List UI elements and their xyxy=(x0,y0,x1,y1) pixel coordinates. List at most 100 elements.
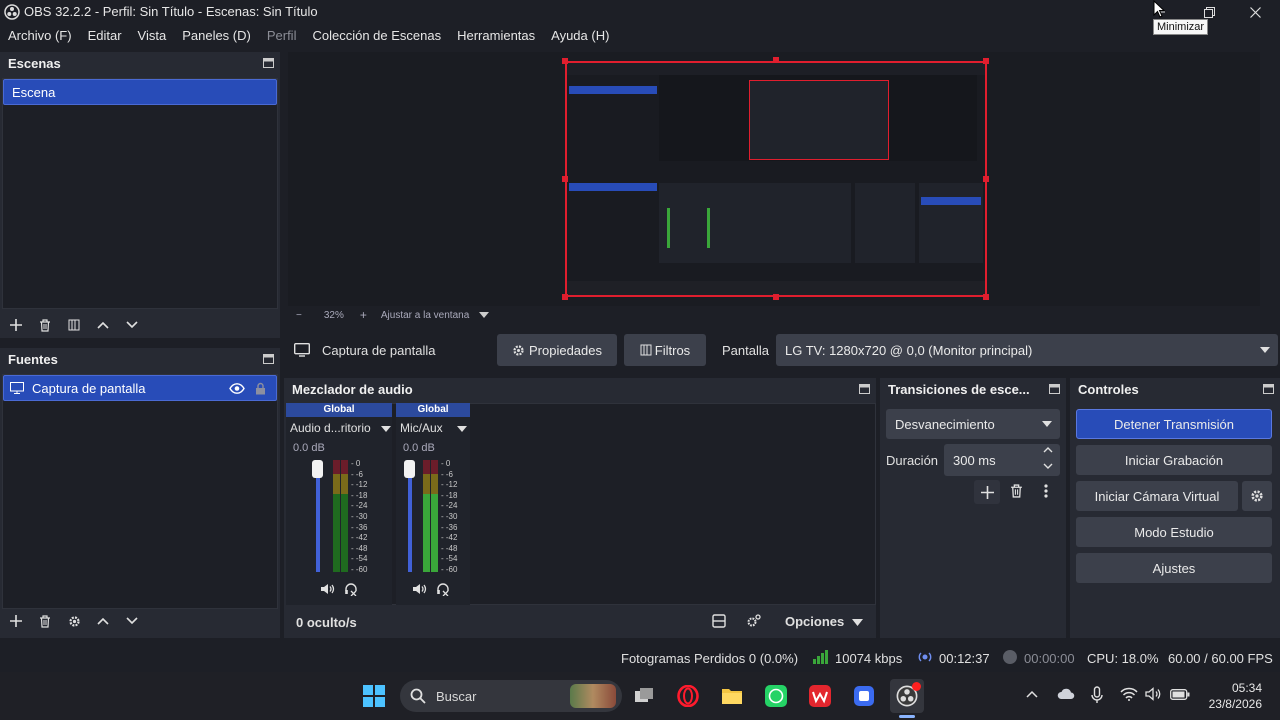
menu-coleccion-escenas[interactable]: Colección de Escenas xyxy=(304,26,449,46)
menu-archivo[interactable]: Archivo (F) xyxy=(0,26,80,46)
bitrate: 10074 kbps xyxy=(835,651,903,666)
move-scene-down-button[interactable] xyxy=(118,314,146,336)
wps-office-icon[interactable] xyxy=(803,679,837,713)
source-toolbar: Captura de pantalla Propiedades Filtros … xyxy=(284,332,1280,370)
volume-speaker-icon[interactable] xyxy=(1145,687,1163,701)
menu-editar[interactable]: Editar xyxy=(80,26,130,46)
add-source-button[interactable] xyxy=(2,610,30,632)
settings-button[interactable]: Ajustes xyxy=(1076,553,1272,583)
advanced-audio-gear-icon[interactable] xyxy=(746,614,762,628)
lock-icon[interactable] xyxy=(255,382,266,395)
filters-button[interactable]: Filtros xyxy=(624,334,706,366)
duration-value: 300 ms xyxy=(953,452,996,468)
display-select[interactable]: LG TV: 1280x720 @ 0,0 (Monitor principal… xyxy=(776,334,1278,366)
minimize-tooltip: Minimizar xyxy=(1153,19,1209,35)
duration-down-chevron-icon[interactable] xyxy=(1043,463,1053,470)
channel-menu-chevron-icon[interactable] xyxy=(381,426,391,432)
channel-menu-chevron-icon[interactable] xyxy=(457,426,467,432)
mute-speaker-icon[interactable] xyxy=(412,583,428,595)
monitor-headphones-off-icon[interactable] xyxy=(436,582,450,596)
zoom-in-button[interactable]: + xyxy=(360,308,367,322)
opera-browser-icon[interactable] xyxy=(671,679,705,713)
fit-to-window-label[interactable]: Ajustar a la ventana xyxy=(381,310,469,321)
move-source-up-button[interactable] xyxy=(89,610,117,632)
channel-name[interactable]: Mic/Aux xyxy=(400,421,443,435)
meter-tick-label: - -42 xyxy=(441,533,458,543)
menu-vista[interactable]: Vista xyxy=(130,26,175,46)
zoom-dropdown-chevron-icon[interactable] xyxy=(479,312,490,318)
undock-icon[interactable] xyxy=(859,384,870,394)
duration-up-chevron-icon[interactable] xyxy=(1043,446,1053,453)
volume-slider-handle[interactable] xyxy=(312,460,323,478)
remove-source-button[interactable] xyxy=(31,610,59,632)
display-select-value: LG TV: 1280x720 @ 0,0 (Monitor principal… xyxy=(785,342,1033,358)
controls-dock: Controles Detener Transmisión Iniciar Gr… xyxy=(1070,378,1280,638)
undock-icon[interactable] xyxy=(1049,384,1060,394)
transition-select[interactable]: Desvanecimiento xyxy=(886,409,1060,439)
source-properties-gear-icon[interactable] xyxy=(60,610,88,632)
mute-speaker-icon[interactable] xyxy=(320,583,336,595)
meter-tick-label: - -48 xyxy=(351,543,368,553)
signal-bars-icon xyxy=(813,650,829,664)
channel-name[interactable]: Audio d...ritorio xyxy=(290,421,371,435)
menu-paneles[interactable]: Paneles (D) xyxy=(174,26,259,46)
mixer-layout-icon[interactable] xyxy=(712,614,726,628)
undock-icon[interactable] xyxy=(263,58,274,68)
cpu-usage: CPU: 18.0% xyxy=(1087,651,1159,666)
start-recording-button[interactable]: Iniciar Grabación xyxy=(1076,445,1272,475)
add-scene-button[interactable] xyxy=(2,314,30,336)
taskbar-search-box[interactable]: Buscar xyxy=(400,680,622,712)
start-virtual-camera-button[interactable]: Iniciar Cámara Virtual xyxy=(1076,481,1238,511)
clock[interactable]: 05:34 23/8/2026 xyxy=(1202,680,1262,712)
menu-ayuda[interactable]: Ayuda (H) xyxy=(543,26,617,46)
properties-button[interactable]: Propiedades xyxy=(497,334,617,366)
meter-tick-label: - -18 xyxy=(441,490,458,500)
search-highlight-image xyxy=(570,684,616,708)
zoom-out-button[interactable]: − xyxy=(296,310,302,321)
photos-app-icon[interactable] xyxy=(847,679,881,713)
meter-tick-label: - -6 xyxy=(441,469,453,479)
battery-icon[interactable] xyxy=(1170,689,1190,700)
menu-perfil[interactable]: Perfil xyxy=(259,26,305,46)
remove-transition-trash-icon[interactable] xyxy=(1010,484,1023,498)
scene-item[interactable]: Escena xyxy=(3,79,277,105)
visibility-eye-icon[interactable] xyxy=(229,382,245,394)
add-transition-button[interactable] xyxy=(974,480,1000,504)
whatsapp-icon[interactable] xyxy=(759,679,793,713)
preview-screen-capture[interactable] xyxy=(565,61,987,297)
monitor-headphones-off-icon[interactable] xyxy=(344,582,358,596)
wifi-icon[interactable] xyxy=(1120,687,1138,701)
window-title: OBS 32.2.2 - Perfil: Sin Título - Escena… xyxy=(24,4,318,19)
move-scene-up-button[interactable] xyxy=(89,314,117,336)
source-item[interactable]: Captura de pantalla xyxy=(3,375,277,401)
microphone-icon[interactable] xyxy=(1091,686,1103,704)
move-source-down-button[interactable] xyxy=(118,610,146,632)
scene-filters-button[interactable] xyxy=(60,314,88,336)
task-view-icon[interactable] xyxy=(627,679,661,713)
meter-tick-label: - -30 xyxy=(441,512,458,521)
mixer-channel: Global Mic/Aux 0.0 dB - 0- -6- -12- -18-… xyxy=(396,403,470,605)
remove-scene-button[interactable] xyxy=(31,314,59,336)
mixer-options-button[interactable]: Opciones xyxy=(785,614,863,629)
scenes-dock-title: Escenas xyxy=(0,52,280,76)
undock-icon[interactable] xyxy=(263,354,274,364)
mixer-options-label: Opciones xyxy=(785,614,845,629)
meter-tick-label: - -24 xyxy=(441,501,458,511)
menu-herramientas[interactable]: Herramientas xyxy=(449,26,543,46)
transition-more-icon[interactable] xyxy=(1044,484,1048,498)
channel-volume-db: 0.0 dB xyxy=(293,442,325,454)
volume-slider-handle[interactable] xyxy=(404,460,415,478)
title-bar: OBS 32.2.2 - Perfil: Sin Título - Escena… xyxy=(0,0,1280,24)
virtual-camera-settings-gear-icon[interactable] xyxy=(1242,481,1272,511)
record-time: 00:00:00 xyxy=(1024,651,1075,666)
controls-title-text: Controles xyxy=(1078,382,1139,397)
undock-icon[interactable] xyxy=(1263,384,1274,394)
status-bar: Fotogramas Perdidos 0 (0.0%) 10074 kbps … xyxy=(0,645,1280,669)
close-button[interactable] xyxy=(1232,0,1278,24)
cloud-sync-icon[interactable] xyxy=(1057,687,1075,701)
file-explorer-icon[interactable] xyxy=(715,679,749,713)
tray-overflow-chevron-icon[interactable] xyxy=(1026,690,1038,698)
stop-streaming-button[interactable]: Detener Transmisión xyxy=(1076,409,1272,439)
studio-mode-button[interactable]: Modo Estudio xyxy=(1076,517,1272,547)
windows-start-icon[interactable] xyxy=(357,679,391,713)
